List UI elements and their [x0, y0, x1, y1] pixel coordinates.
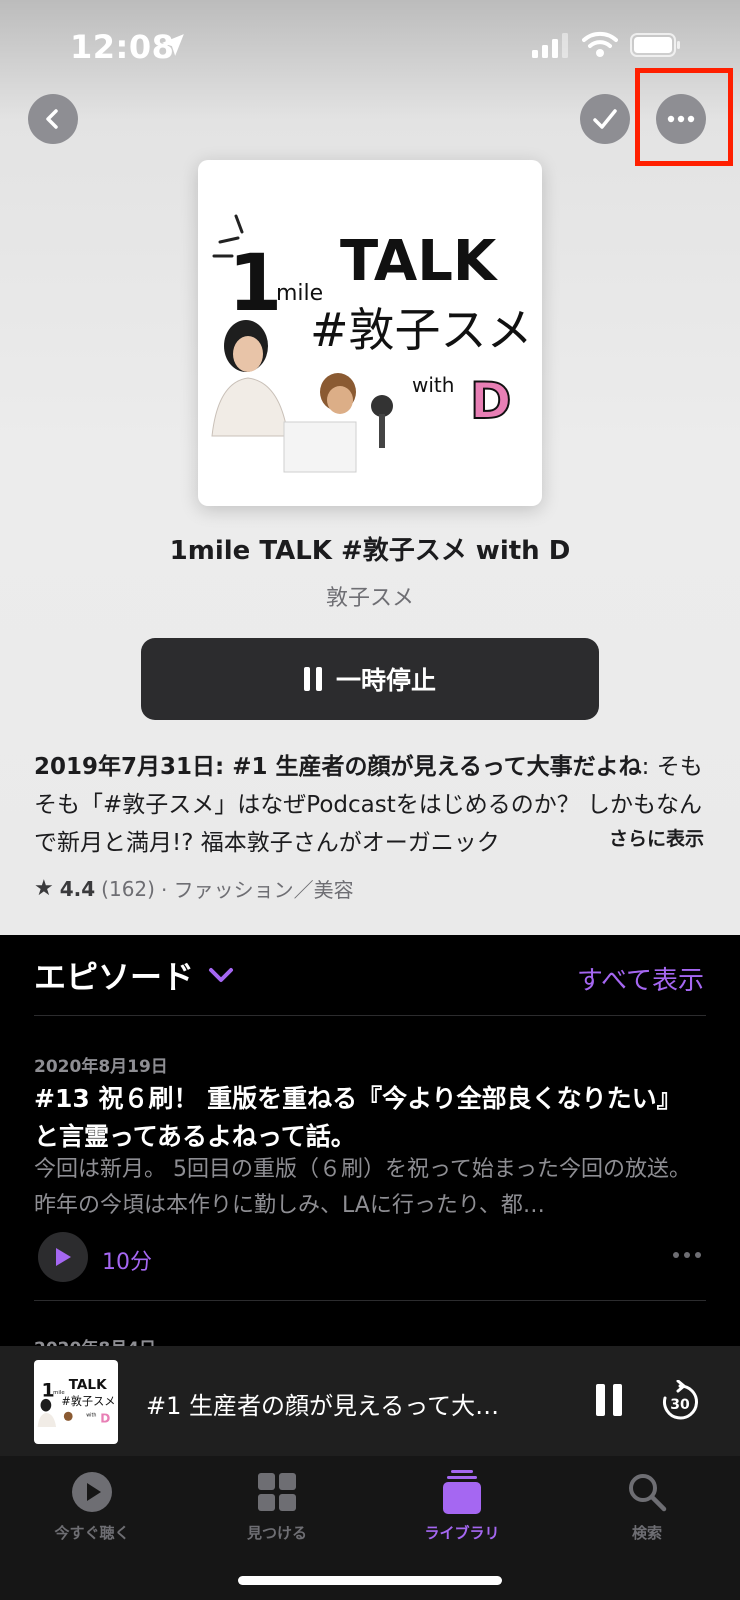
- mini-artwork-text-with: with: [86, 1412, 96, 1418]
- episode-title[interactable]: #13 祝６刷！ 重版を重ねる『今より全部良くなりたい』と言霊ってあるよねって話…: [34, 1080, 704, 1156]
- play-icon: [56, 1248, 71, 1266]
- rating-row: ★ 4.4 (162) · ファッション／美容: [34, 874, 354, 903]
- episode-more-icon[interactable]: [672, 1250, 702, 1260]
- location-arrow-icon: [162, 34, 184, 56]
- highlight-box: [635, 68, 733, 166]
- episode-date: 2020年8月19日: [34, 1057, 168, 1077]
- play-circle-icon: [72, 1472, 112, 1512]
- mini-artwork-illustration: 1 mile TALK #敦子スメ with D: [37, 1377, 115, 1428]
- divider: [34, 1300, 706, 1301]
- see-all-link[interactable]: すべて表示: [577, 960, 704, 997]
- pause-label: 一時停止: [335, 666, 436, 695]
- tab-label: 検索: [631, 1524, 662, 1542]
- artwork-text-talk: TALK: [340, 229, 499, 294]
- mini-pause-icon[interactable]: [596, 1384, 622, 1416]
- skip-forward-30-icon[interactable]: 30: [660, 1380, 700, 1422]
- episodes-header[interactable]: エピソード: [34, 952, 234, 998]
- mini-player[interactable]: 1 mile TALK #敦子スメ with D #1 生産者の顔が見えるって大…: [0, 1346, 740, 1456]
- rating-count: (162): [101, 876, 155, 901]
- mini-player-artwork: 1 mile TALK #敦子スメ with D: [34, 1360, 118, 1444]
- mini-artwork-text-hashtag: #敦子スメ: [61, 1394, 115, 1408]
- show-more-link[interactable]: さらに表示: [568, 824, 704, 851]
- artwork-text-d: D: [470, 372, 512, 430]
- library-icon: [443, 1470, 481, 1514]
- episode-description[interactable]: 今回は新月。 5回目の重版（６刷）を祝って始まった今回の放送。 昨年の今頃は本作…: [34, 1152, 704, 1224]
- home-indicator[interactable]: [238, 1576, 502, 1585]
- tab-label: 見つける: [246, 1524, 307, 1542]
- cellular-signal-icon: [532, 33, 568, 58]
- tab-search[interactable]: 検索: [572, 1470, 722, 1543]
- mini-player-title[interactable]: #1 生産者の顔が見えるって大…: [146, 1386, 546, 1421]
- rating-value: 4.4: [59, 876, 96, 901]
- subscribed-check-button[interactable]: [580, 94, 630, 144]
- episode-duration: 10分: [102, 1250, 152, 1275]
- episode-play-button[interactable]: [38, 1232, 88, 1282]
- chevron-left-icon: [46, 109, 58, 129]
- checkmark-icon: [593, 109, 617, 129]
- artwork-text-hashtag: #敦子スメ: [310, 303, 533, 357]
- battery-icon: [630, 33, 680, 57]
- podcast-title: 1mile TALK #敦子スメ with D: [169, 536, 571, 566]
- grid-icon: [258, 1473, 296, 1511]
- back-button[interactable]: [28, 94, 78, 144]
- tab-label: 今すぐ聴く: [54, 1524, 130, 1542]
- search-icon: [629, 1474, 667, 1512]
- tab-listen-now[interactable]: 今すぐ聴く: [17, 1470, 167, 1543]
- pause-button[interactable]: 一時停止: [141, 638, 599, 720]
- wifi-icon: [582, 31, 618, 57]
- artwork-illustration: 1 mile TALK #敦子スメ with D: [211, 214, 533, 473]
- mini-artwork-text-d: D: [100, 1412, 110, 1426]
- podcast-author[interactable]: 敦子スメ: [0, 580, 740, 612]
- artwork-text-with: with: [412, 373, 454, 397]
- status-time: 12:08: [70, 28, 175, 66]
- podcast-artwork[interactable]: 1 mile TALK #敦子スメ with D: [198, 160, 542, 506]
- category-label[interactable]: · ファッション／美容: [161, 874, 354, 903]
- tab-label: ライブラリ: [424, 1524, 500, 1542]
- mini-artwork-text-1: 1: [42, 1379, 55, 1401]
- description-episode-title: 2019年7月31日: #1 生産者の顔が見えるって大事だよね: [34, 754, 642, 780]
- tab-library[interactable]: ライブラリ: [387, 1470, 537, 1543]
- skip-label: 30: [670, 1397, 690, 1413]
- episodes-title: エピソード: [34, 958, 195, 996]
- status-bar: 12:08: [0, 22, 740, 72]
- chevron-down-icon: [209, 968, 234, 982]
- artwork-text-1: 1: [228, 239, 282, 329]
- tab-browse[interactable]: 見つける: [202, 1470, 352, 1543]
- pause-icon: [303, 667, 322, 691]
- star-icon: ★: [34, 876, 54, 901]
- divider: [34, 1015, 706, 1016]
- mini-artwork-text-talk: TALK: [69, 1377, 107, 1393]
